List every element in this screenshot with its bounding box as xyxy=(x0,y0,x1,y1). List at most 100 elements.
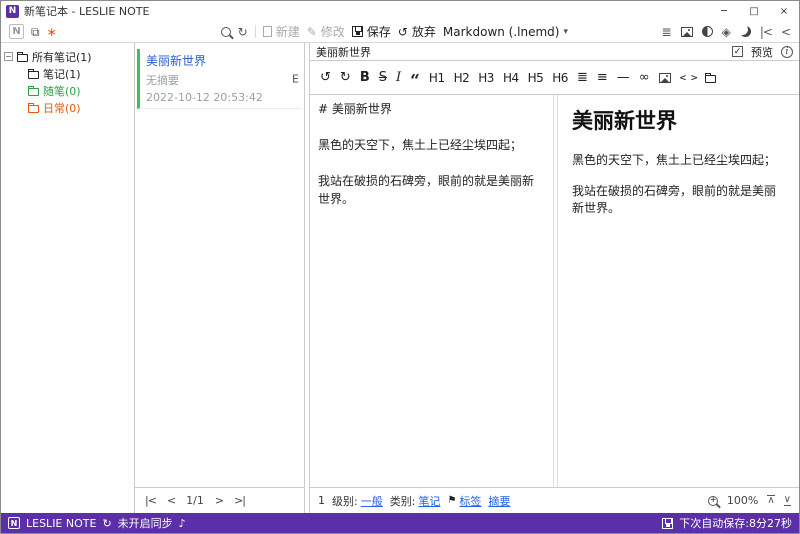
line-number: 1 xyxy=(318,494,325,507)
editor-body: # 美丽新世界 黑色的天空下，焦土上已经尘埃四起； 我站在破损的石碑旁，眼前的就… xyxy=(310,95,799,487)
h4-button[interactable]: H4 xyxy=(503,72,519,84)
notebook-sidebar: − 所有笔记(1) 笔记(1) 随笔(0) 日常(0) xyxy=(1,43,135,513)
h1-button[interactable]: H1 xyxy=(429,72,445,84)
preview-label: 预览 xyxy=(751,45,773,59)
next-page-button[interactable]: > xyxy=(215,494,224,507)
last-page-button[interactable]: >| xyxy=(234,494,246,507)
editor-title-row: 美丽新世界 ✓ 预览 i xyxy=(310,43,799,61)
loading-sparkle-icon: ∗ xyxy=(46,24,57,39)
zoom-in-icon[interactable] xyxy=(707,495,718,506)
note-summary: 无摘要 xyxy=(146,74,179,87)
folder-icon xyxy=(28,86,39,96)
chevron-down-icon: ▾ xyxy=(563,26,569,37)
collapse-list-icon[interactable]: < xyxy=(781,26,791,38)
bullet-list-icon[interactable]: ≣ xyxy=(577,71,588,84)
link-icon[interactable]: ∞ xyxy=(639,71,650,84)
level-group: 级别: 一般 xyxy=(332,493,383,509)
maximize-button[interactable]: □ xyxy=(739,1,769,21)
source-line: 黑色的天空下，焦土上已经尘埃四起； xyxy=(318,138,523,152)
format-select[interactable]: Markdown (.lnemd) ▾ xyxy=(443,25,568,39)
scroll-to-bottom-icon[interactable]: ∨ xyxy=(783,495,791,506)
view-list-icon[interactable]: ≣ xyxy=(662,26,672,38)
category-value-link[interactable]: 笔记 xyxy=(418,493,440,509)
main-area: − 所有笔记(1) 笔记(1) 随笔(0) 日常(0) 美丽新世界 无摘要 20… xyxy=(1,43,799,513)
sidebar-item-daily[interactable]: 日常(0) xyxy=(4,99,131,116)
sidebar-item-essays[interactable]: 随笔(0) xyxy=(4,82,131,99)
preview-heading: 美丽新世界 xyxy=(572,108,677,133)
note-list-item[interactable]: 美丽新世界 无摘要 2022-10-12 20:53:42 E xyxy=(137,49,302,109)
tree-expander-icon[interactable]: − xyxy=(4,52,13,61)
editor-note-title: 美丽新世界 xyxy=(316,45,371,59)
window-controls: ─ □ × xyxy=(709,1,799,21)
pencil-icon: ✎ xyxy=(306,24,317,39)
app-logo-icon: N xyxy=(6,4,19,18)
italic-icon[interactable]: I xyxy=(396,71,401,84)
redo-icon[interactable]: ↻ xyxy=(340,71,351,84)
image-mode-icon[interactable] xyxy=(680,26,693,37)
statusbar-app-name: LESLIE NOTE xyxy=(26,516,97,530)
titlebar: N 新笔记本 - LESLIE NOTE ─ □ × xyxy=(1,1,799,21)
discard-label: 放弃 xyxy=(411,25,436,39)
sidebar-item-notes[interactable]: 笔记(1) xyxy=(4,65,131,82)
save-button[interactable]: 保存 xyxy=(351,23,391,40)
h6-button[interactable]: H6 xyxy=(552,72,568,84)
statusbar-logo-icon: N xyxy=(8,517,20,529)
sync-icon[interactable]: ↻ xyxy=(102,518,111,529)
source-line: 我站在破损的石碑旁，眼前的就是美丽新世界。 xyxy=(318,174,535,206)
info-icon[interactable]: i xyxy=(781,45,793,58)
sidebar-item-label: 日常(0) xyxy=(43,101,81,115)
main-toolbar: N ⧉ ∗ ↻ 新建 ✎ 修改 保存 ↺ 放弃 Markdown (.lnemd… xyxy=(1,21,799,43)
attachment-folder-icon[interactable] xyxy=(705,73,717,83)
sidebar-item-all-notes[interactable]: − 所有笔记(1) xyxy=(4,48,131,65)
preview-paragraph: 黑色的天空下，焦土上已经尘埃四起； xyxy=(572,153,777,167)
dark-mode-moon-icon[interactable] xyxy=(740,26,751,37)
first-page-button[interactable]: |< xyxy=(145,494,157,507)
source-line: # 美丽新世界 xyxy=(318,102,392,116)
markdown-source-editor[interactable]: # 美丽新世界 黑色的天空下，焦土上已经尘埃四起； 我站在破损的石碑旁，眼前的就… xyxy=(310,95,554,487)
page-indicator: 1/1 xyxy=(186,494,204,507)
statusbar: N LESLIE NOTE ↻ 未开启同步 ♪ 下次自动保存:8分27秒 xyxy=(1,513,799,533)
toolbar-right-group: ≣ ◈ |< < xyxy=(662,26,791,38)
h5-button[interactable]: H5 xyxy=(528,72,544,84)
folder-icon xyxy=(28,69,39,79)
sparkle-icon[interactable]: ◈ xyxy=(722,26,731,38)
sidebar-item-label: 随笔(0) xyxy=(43,84,81,98)
scroll-to-top-icon[interactable]: ∧ xyxy=(767,495,775,506)
collapse-sidebar-icon[interactable]: |< xyxy=(760,26,773,38)
floppy-icon xyxy=(351,26,363,37)
new-note-button[interactable]: 新建 xyxy=(262,23,300,40)
quote-icon[interactable]: “ xyxy=(410,72,420,90)
editor-footer: 1 级别: 一般 类别: 笔记 ⚑ 标签 摘要 100% ∧ xyxy=(310,487,799,513)
status-misc-icon[interactable]: ♪ xyxy=(179,518,186,529)
level-value-link[interactable]: 一般 xyxy=(361,493,383,509)
undo-icon[interactable]: ↺ xyxy=(320,71,331,84)
tree-view-icon[interactable]: ⧉ xyxy=(31,26,40,38)
sidebar-item-label: 所有笔记(1) xyxy=(32,50,92,64)
autosave-floppy-icon xyxy=(662,517,674,529)
close-button[interactable]: × xyxy=(769,1,799,21)
h3-button[interactable]: H3 xyxy=(478,72,494,84)
bold-icon[interactable]: B xyxy=(360,71,370,84)
tags-group[interactable]: ⚑ 标签 xyxy=(447,493,481,509)
minimize-button[interactable]: ─ xyxy=(709,1,739,21)
prev-page-button[interactable]: < xyxy=(167,494,176,507)
code-icon[interactable]: < > xyxy=(680,72,698,83)
insert-image-icon[interactable] xyxy=(658,72,671,83)
refresh-icon[interactable]: ↻ xyxy=(238,26,248,38)
ordered-list-icon[interactable]: ≡ xyxy=(597,71,608,84)
level-label: 级别: xyxy=(332,494,358,508)
summary-link[interactable]: 摘要 xyxy=(488,493,510,509)
editor-title-right-group: ✓ 预览 i xyxy=(732,44,793,60)
tags-link[interactable]: 标签 xyxy=(459,493,481,509)
undo-arrow-icon: ↺ xyxy=(397,24,408,39)
strikethrough-icon[interactable]: S xyxy=(379,71,387,84)
modify-button[interactable]: ✎ 修改 xyxy=(307,23,345,40)
markdown-preview: 美丽新世界 黑色的天空下，焦土上已经尘埃四起； 我站在破损的石碑旁，眼前的就是美… xyxy=(558,95,799,487)
note-title: 美丽新世界 xyxy=(146,54,207,68)
contrast-icon[interactable] xyxy=(701,26,713,37)
preview-checkbox[interactable]: ✓ xyxy=(732,46,743,57)
discard-button[interactable]: ↺ 放弃 xyxy=(398,23,436,40)
h2-button[interactable]: H2 xyxy=(454,72,470,84)
horizontal-rule-icon[interactable]: — xyxy=(617,71,630,84)
search-icon[interactable] xyxy=(220,26,231,37)
